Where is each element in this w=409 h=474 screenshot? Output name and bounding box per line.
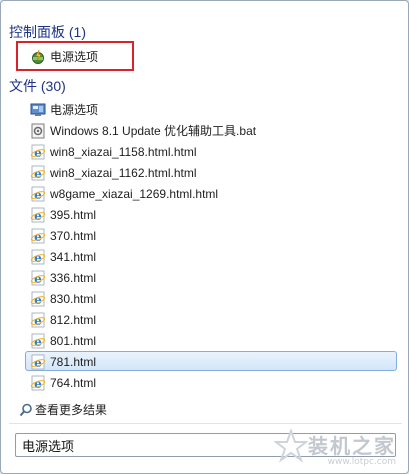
- svg-text:e: e: [34, 188, 42, 202]
- svg-text:e: e: [34, 272, 42, 286]
- file-item-label: 395.html: [50, 208, 97, 222]
- file-item[interactable]: e 830.html: [25, 288, 397, 308]
- file-item-label: win8_xiazai_1158.html.html: [50, 145, 197, 159]
- file-item[interactable]: e 370.html: [25, 225, 397, 245]
- ie-html-icon: e: [30, 144, 46, 160]
- svg-text:e: e: [34, 209, 42, 223]
- file-item[interactable]: e 336.html: [25, 267, 397, 287]
- file-item[interactable]: e 812.html: [25, 309, 397, 329]
- ie-html-icon: e: [30, 228, 46, 244]
- file-item[interactable]: e 341.html: [25, 246, 397, 266]
- file-item[interactable]: e w8game_xiazai_1269.html.html: [25, 183, 397, 203]
- file-item[interactable]: e 395.html: [25, 204, 397, 224]
- watermark: 装机之家 www.lotpc.com: [308, 430, 396, 467]
- ie-html-icon: e: [30, 165, 46, 181]
- file-item-label: Windows 8.1 Update 优化辅助工具.bat: [50, 124, 257, 138]
- svg-text:e: e: [34, 146, 42, 160]
- group-header-files: 文件 (30): [9, 78, 66, 94]
- divider: [9, 423, 402, 424]
- file-item-label: w8game_xiazai_1269.html.html: [50, 187, 219, 201]
- search-icon: [19, 403, 32, 417]
- batch-file-icon: [31, 123, 45, 139]
- svg-text:e: e: [34, 251, 42, 265]
- ie-html-icon: e: [30, 333, 46, 349]
- see-more-results-label: 查看更多结果: [35, 403, 108, 417]
- ie-html-icon: e: [30, 354, 46, 370]
- svg-text:e: e: [34, 356, 42, 370]
- file-item-selected[interactable]: e 781.html: [25, 351, 397, 371]
- svg-text:e: e: [34, 230, 42, 244]
- highlight-box: [16, 41, 134, 71]
- control-panel-icon: [30, 103, 46, 116]
- svg-text:e: e: [34, 293, 42, 307]
- ie-html-icon: e: [30, 312, 46, 328]
- group-header-control-panel: 控制面板 (1): [9, 24, 86, 40]
- ie-html-icon: e: [30, 249, 46, 265]
- file-item-label: 336.html: [50, 271, 97, 285]
- watermark-star-icon: [274, 429, 308, 463]
- file-item[interactable]: e 764.html: [25, 372, 397, 392]
- svg-text:e: e: [34, 314, 42, 328]
- file-item-label: 341.html: [50, 250, 97, 264]
- file-item[interactable]: 电源选项: [25, 99, 397, 119]
- file-item[interactable]: e win8_xiazai_1158.html.html: [25, 141, 397, 161]
- ie-html-icon: e: [30, 291, 46, 307]
- ie-html-icon: e: [30, 186, 46, 202]
- start-menu-search-panel: 控制面板 (1) 电源选项 文件 (30) 电源选项 Windows 8.1 U…: [0, 0, 409, 474]
- svg-text:e: e: [34, 377, 42, 391]
- svg-text:e: e: [34, 335, 42, 349]
- ie-html-icon: e: [30, 375, 46, 391]
- ie-html-icon: e: [30, 207, 46, 223]
- svg-text:e: e: [34, 167, 42, 181]
- file-item-label: 电源选项: [50, 103, 99, 117]
- file-item-label: 801.html: [50, 334, 97, 348]
- ie-html-icon: e: [30, 270, 46, 286]
- file-item-label: 812.html: [50, 313, 97, 327]
- file-item-label: 781.html: [50, 355, 97, 369]
- file-item[interactable]: e win8_xiazai_1162.html.html: [25, 162, 397, 182]
- file-item[interactable]: e 801.html: [25, 330, 397, 350]
- file-item-label: 370.html: [50, 229, 97, 243]
- watermark-title: 装机之家: [308, 434, 396, 458]
- file-item[interactable]: Windows 8.1 Update 优化辅助工具.bat: [25, 120, 397, 140]
- file-item-label: win8_xiazai_1162.html.html: [50, 166, 197, 180]
- file-item-label: 830.html: [50, 292, 97, 306]
- file-item-label: 764.html: [50, 376, 97, 390]
- see-more-results-link[interactable]: 查看更多结果: [19, 400, 107, 420]
